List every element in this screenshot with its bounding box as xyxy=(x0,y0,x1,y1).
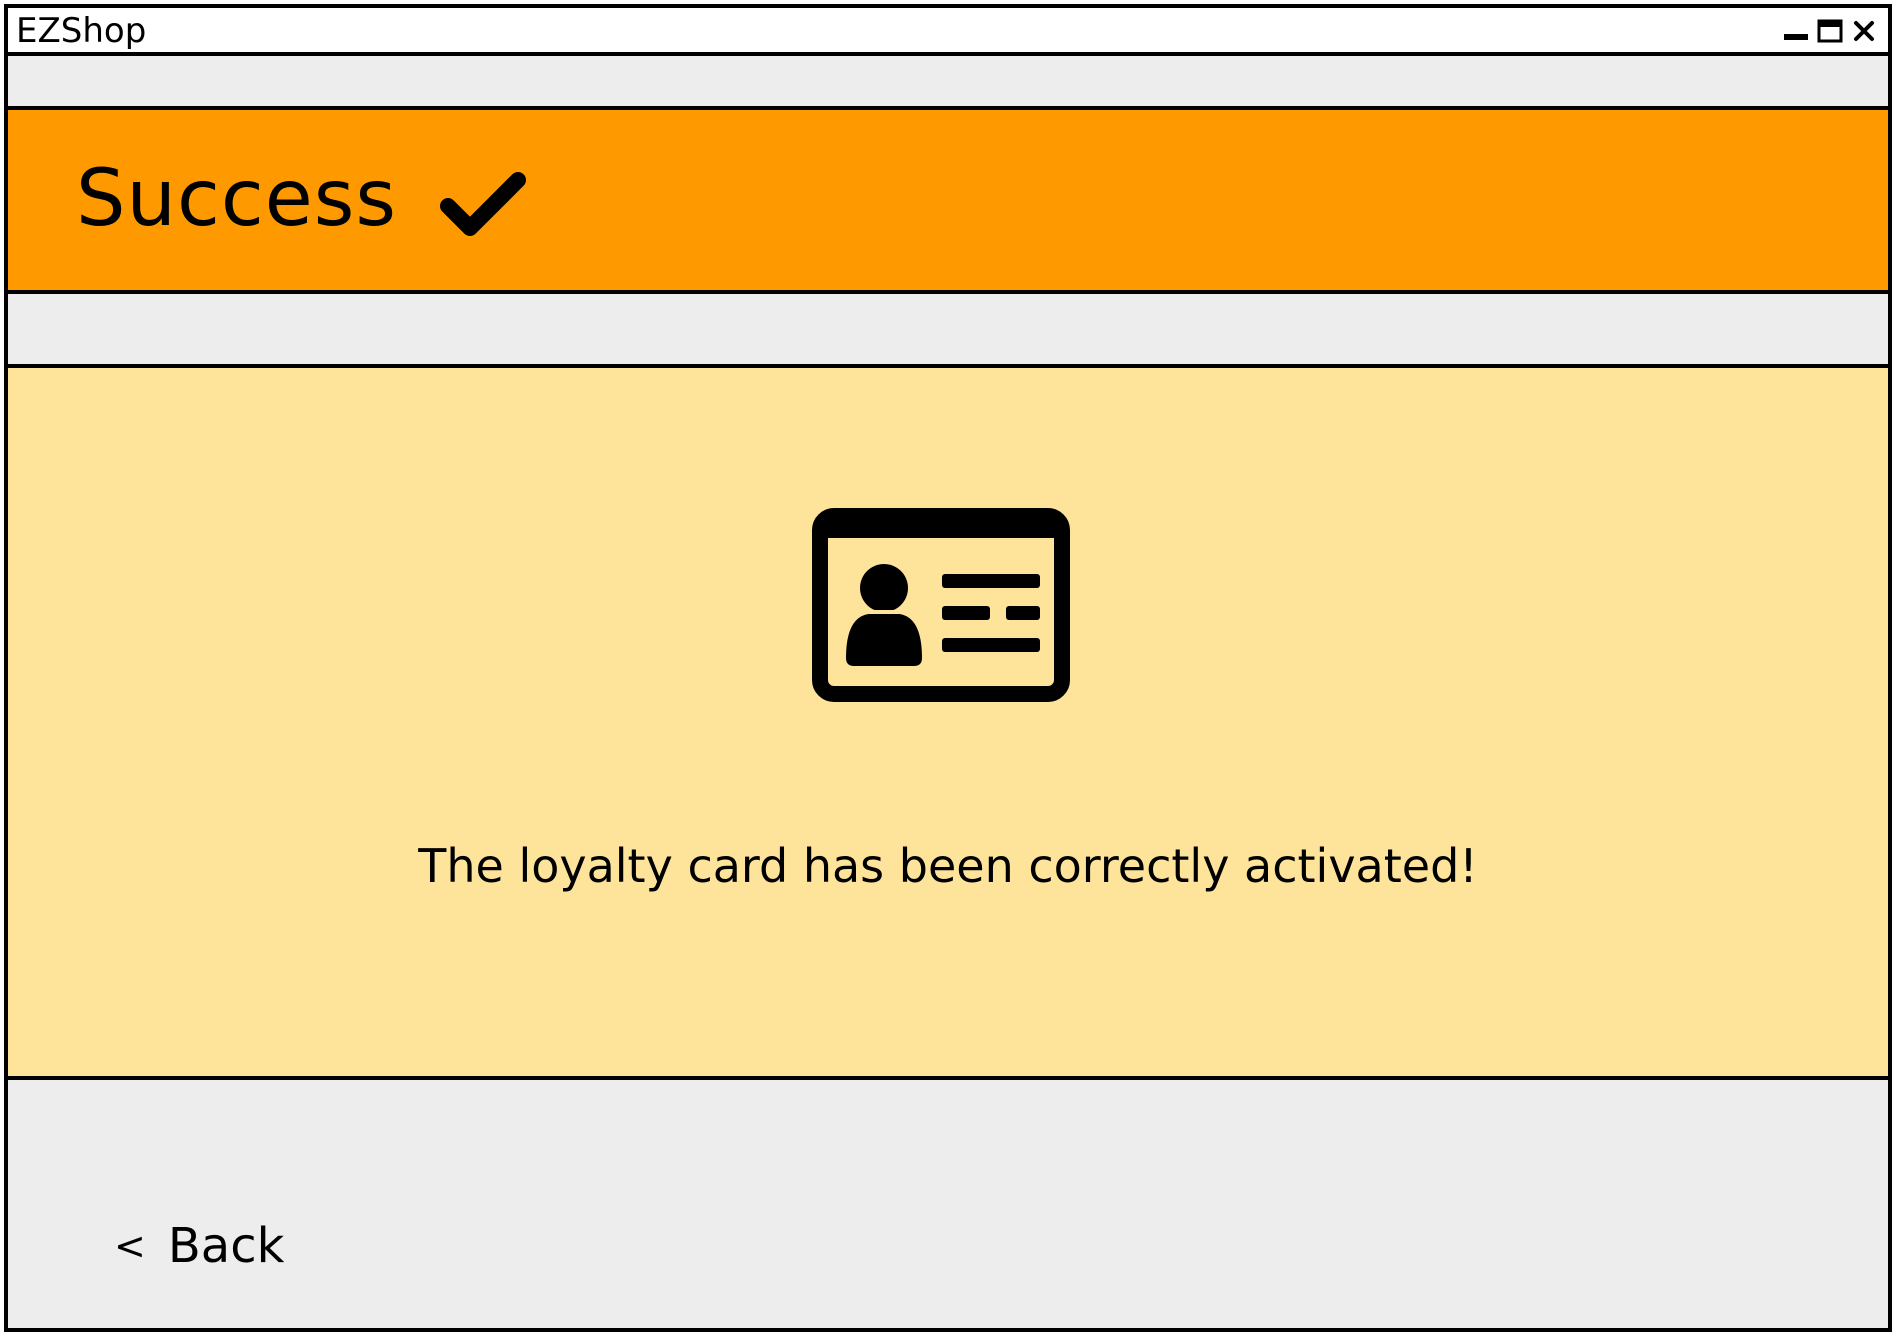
window-controls xyxy=(1782,16,1878,46)
chevron-left-icon: < xyxy=(114,1224,146,1268)
close-icon[interactable] xyxy=(1850,17,1878,45)
page-title: Success xyxy=(76,154,397,244)
activation-message: The loyalty card has been correctly acti… xyxy=(418,839,1478,893)
back-label: Back xyxy=(167,1218,285,1274)
minimize-icon[interactable] xyxy=(1782,17,1810,45)
maximize-icon[interactable] xyxy=(1816,17,1844,45)
app-window: EZShop Success The loyalty card has been… xyxy=(4,4,1892,1332)
id-card-icon xyxy=(812,508,1070,702)
success-header: Success xyxy=(8,106,1888,294)
app-title: EZShop xyxy=(16,11,147,51)
back-button[interactable]: < Back xyxy=(114,1218,284,1274)
title-bar: EZShop xyxy=(8,8,1888,56)
checkmark-icon xyxy=(440,172,526,236)
content-panel: The loyalty card has been correctly acti… xyxy=(8,364,1888,1080)
